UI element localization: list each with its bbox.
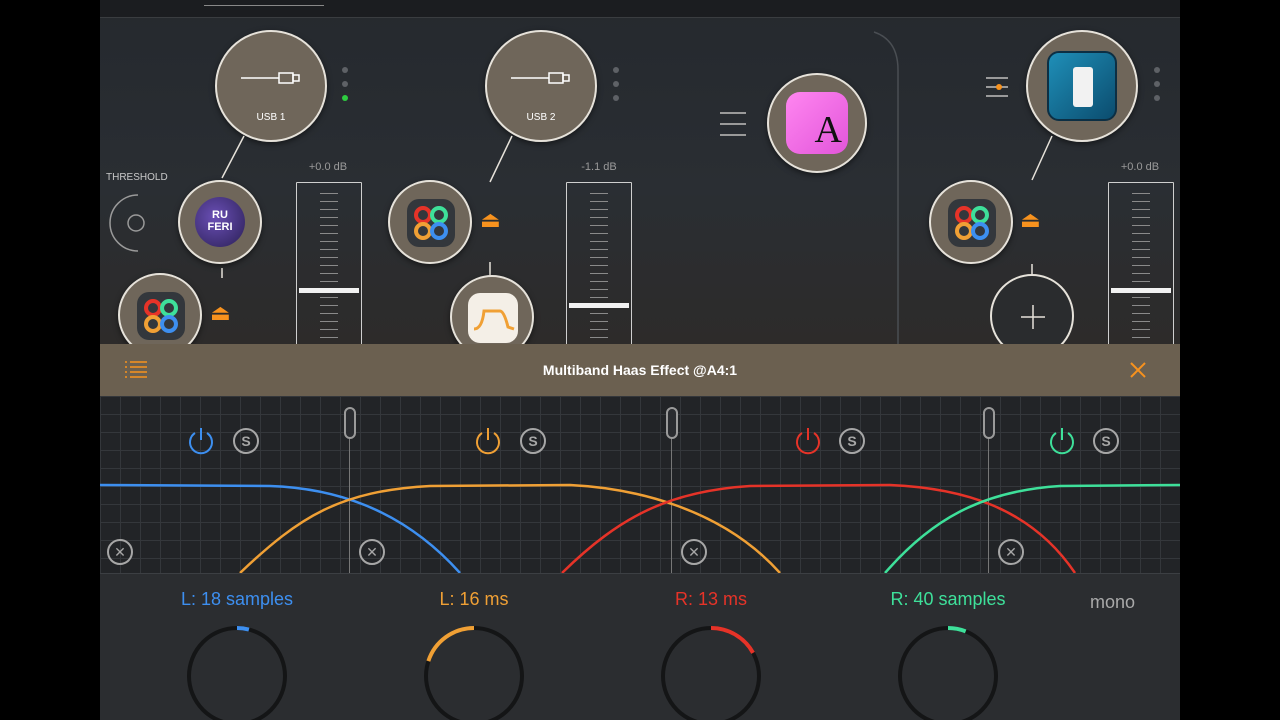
puzzle-glyph (144, 299, 178, 333)
status-dot (342, 81, 348, 87)
status-dot (1154, 95, 1160, 101)
band-4-delay-arc (947, 626, 967, 634)
fader-cap[interactable] (1111, 288, 1171, 293)
usb1-input-node[interactable]: USB 1 (215, 30, 327, 142)
status-dot (1154, 67, 1160, 73)
drum-plugin-node[interactable] (1026, 30, 1138, 142)
fader-scale (1132, 193, 1150, 343)
menu-line (720, 134, 746, 136)
status-dot (342, 67, 348, 73)
usb2-label: USB 2 (526, 112, 556, 123)
filter-curve-glyph (473, 309, 515, 331)
puzzle-app-icon (948, 199, 996, 247)
pink-a-app-icon: A (786, 92, 848, 154)
ch2-db-readout: -1.1 dB (581, 161, 617, 173)
drum-app-icon (1047, 51, 1117, 121)
band-3-curve (561, 483, 1077, 573)
ruferi-app-icon: RU FERI (195, 197, 245, 247)
band-2-delay-label: L: 16 ms (439, 589, 509, 609)
fader-scale (320, 193, 338, 343)
band-1-delay-arc (236, 626, 250, 632)
band-graph[interactable]: S S S S ✕ ✕ ✕ ✕ (100, 396, 1180, 573)
ch4-db-readout: +0.0 dB (1120, 161, 1160, 173)
ch2-connector (489, 135, 513, 276)
band-3-solo-button[interactable]: S (839, 428, 865, 454)
band-parameters: L: 18 samples L: 16 ms R: 13 ms R: 40 sa… (100, 573, 1180, 720)
delay-knobs (187, 626, 998, 720)
app-stage: THRESHOLD USB 1 RU FERI ⏏ +0.0 dB USB 2 … (100, 0, 1180, 720)
band-4-solo-button[interactable]: S (1093, 428, 1119, 454)
status-dot (613, 95, 619, 101)
status-dot (1154, 81, 1160, 87)
ch1-eject-icon[interactable]: ⏏ (210, 302, 231, 324)
plugin-header: Multiband Haas Effect @A4:1 (100, 344, 1180, 396)
band-2-delay-arc (426, 626, 475, 662)
drum-pad (1073, 67, 1093, 107)
pink-a-plugin-node[interactable]: A (767, 73, 867, 173)
remove-crossover-2-button[interactable]: ✕ (681, 539, 707, 565)
band-4-delay-knob[interactable] (898, 626, 998, 720)
menu-line (720, 123, 746, 125)
status-dot (613, 81, 619, 87)
menu-lines-icon[interactable] (720, 112, 746, 136)
ch2-status-dots (613, 67, 619, 109)
band-1-solo-button[interactable]: S (233, 428, 259, 454)
pink-app-letter: A (814, 109, 842, 151)
threshold-label: THRESHOLD (106, 172, 168, 183)
ch1-fader[interactable] (296, 182, 362, 352)
puzzle-app-icon (407, 199, 455, 247)
usb1-label: USB 1 (256, 112, 286, 123)
usb-cable-icon (511, 72, 570, 84)
menu-line (720, 112, 746, 114)
puzzle-glyph (414, 206, 448, 240)
ch2-eject-icon[interactable]: ⏏ (480, 209, 501, 231)
band-2-solo-button[interactable]: S (520, 428, 546, 454)
close-icon[interactable] (1130, 362, 1146, 378)
band-1-curve (100, 483, 461, 573)
fader-scale (590, 193, 608, 343)
ch2-fader[interactable] (566, 182, 632, 352)
mixer-settings-icon[interactable] (984, 74, 1010, 100)
fader-cap[interactable] (299, 288, 359, 293)
ch1-status-dots (342, 67, 348, 109)
ch4-status-dots (1154, 67, 1160, 109)
ruferi-text: RU FERI (207, 209, 233, 233)
ch2-puzzle-plugin-node[interactable] (388, 180, 472, 264)
remove-band-1-button[interactable]: ✕ (107, 539, 133, 565)
band-1-delay-label: L: 18 samples (180, 589, 294, 609)
filter-app-icon (468, 293, 518, 343)
usb-cable-icon (241, 72, 300, 84)
remove-crossover-1-button[interactable]: ✕ (359, 539, 385, 565)
band-4-power-icon[interactable] (1047, 426, 1077, 456)
band-3-delay-arc (710, 626, 755, 654)
band-1-power-icon[interactable] (186, 426, 216, 456)
status-dot (613, 67, 619, 73)
ch4-puzzle-plugin-node[interactable] (929, 180, 1013, 264)
ch4-fader[interactable] (1108, 182, 1174, 352)
band-4-delay-label: R: 40 samples (890, 589, 1006, 609)
ch4-eject-icon[interactable]: ⏏ (1020, 209, 1041, 231)
mono-toggle[interactable]: mono (1090, 592, 1135, 613)
mixer-divider (873, 31, 899, 350)
usb2-input-node[interactable]: USB 2 (485, 30, 597, 142)
puzzle-glyph (955, 206, 989, 240)
band-1-delay-knob[interactable] (187, 626, 287, 720)
top-bar (100, 0, 1180, 18)
top-bar-line (204, 5, 324, 6)
plugin-title: Multiband Haas Effect @A4:1 (542, 362, 738, 378)
band-3-delay-label: R: 13 ms (674, 589, 748, 609)
status-dot-active (342, 95, 348, 101)
puzzle-app-icon (137, 292, 185, 340)
band-3-power-icon[interactable] (793, 426, 823, 456)
remove-crossover-3-button[interactable]: ✕ (998, 539, 1024, 565)
ch1-db-readout: +0.0 dB (308, 161, 348, 173)
threshold-knob[interactable] (108, 192, 168, 252)
ruferi-plugin-node[interactable]: RU FERI (178, 180, 262, 264)
band-2-power-icon[interactable] (473, 426, 503, 456)
fader-cap[interactable] (569, 303, 629, 308)
mixer-view: THRESHOLD USB 1 RU FERI ⏏ +0.0 dB USB 2 … (100, 0, 1180, 359)
add-icon (1021, 305, 1045, 329)
